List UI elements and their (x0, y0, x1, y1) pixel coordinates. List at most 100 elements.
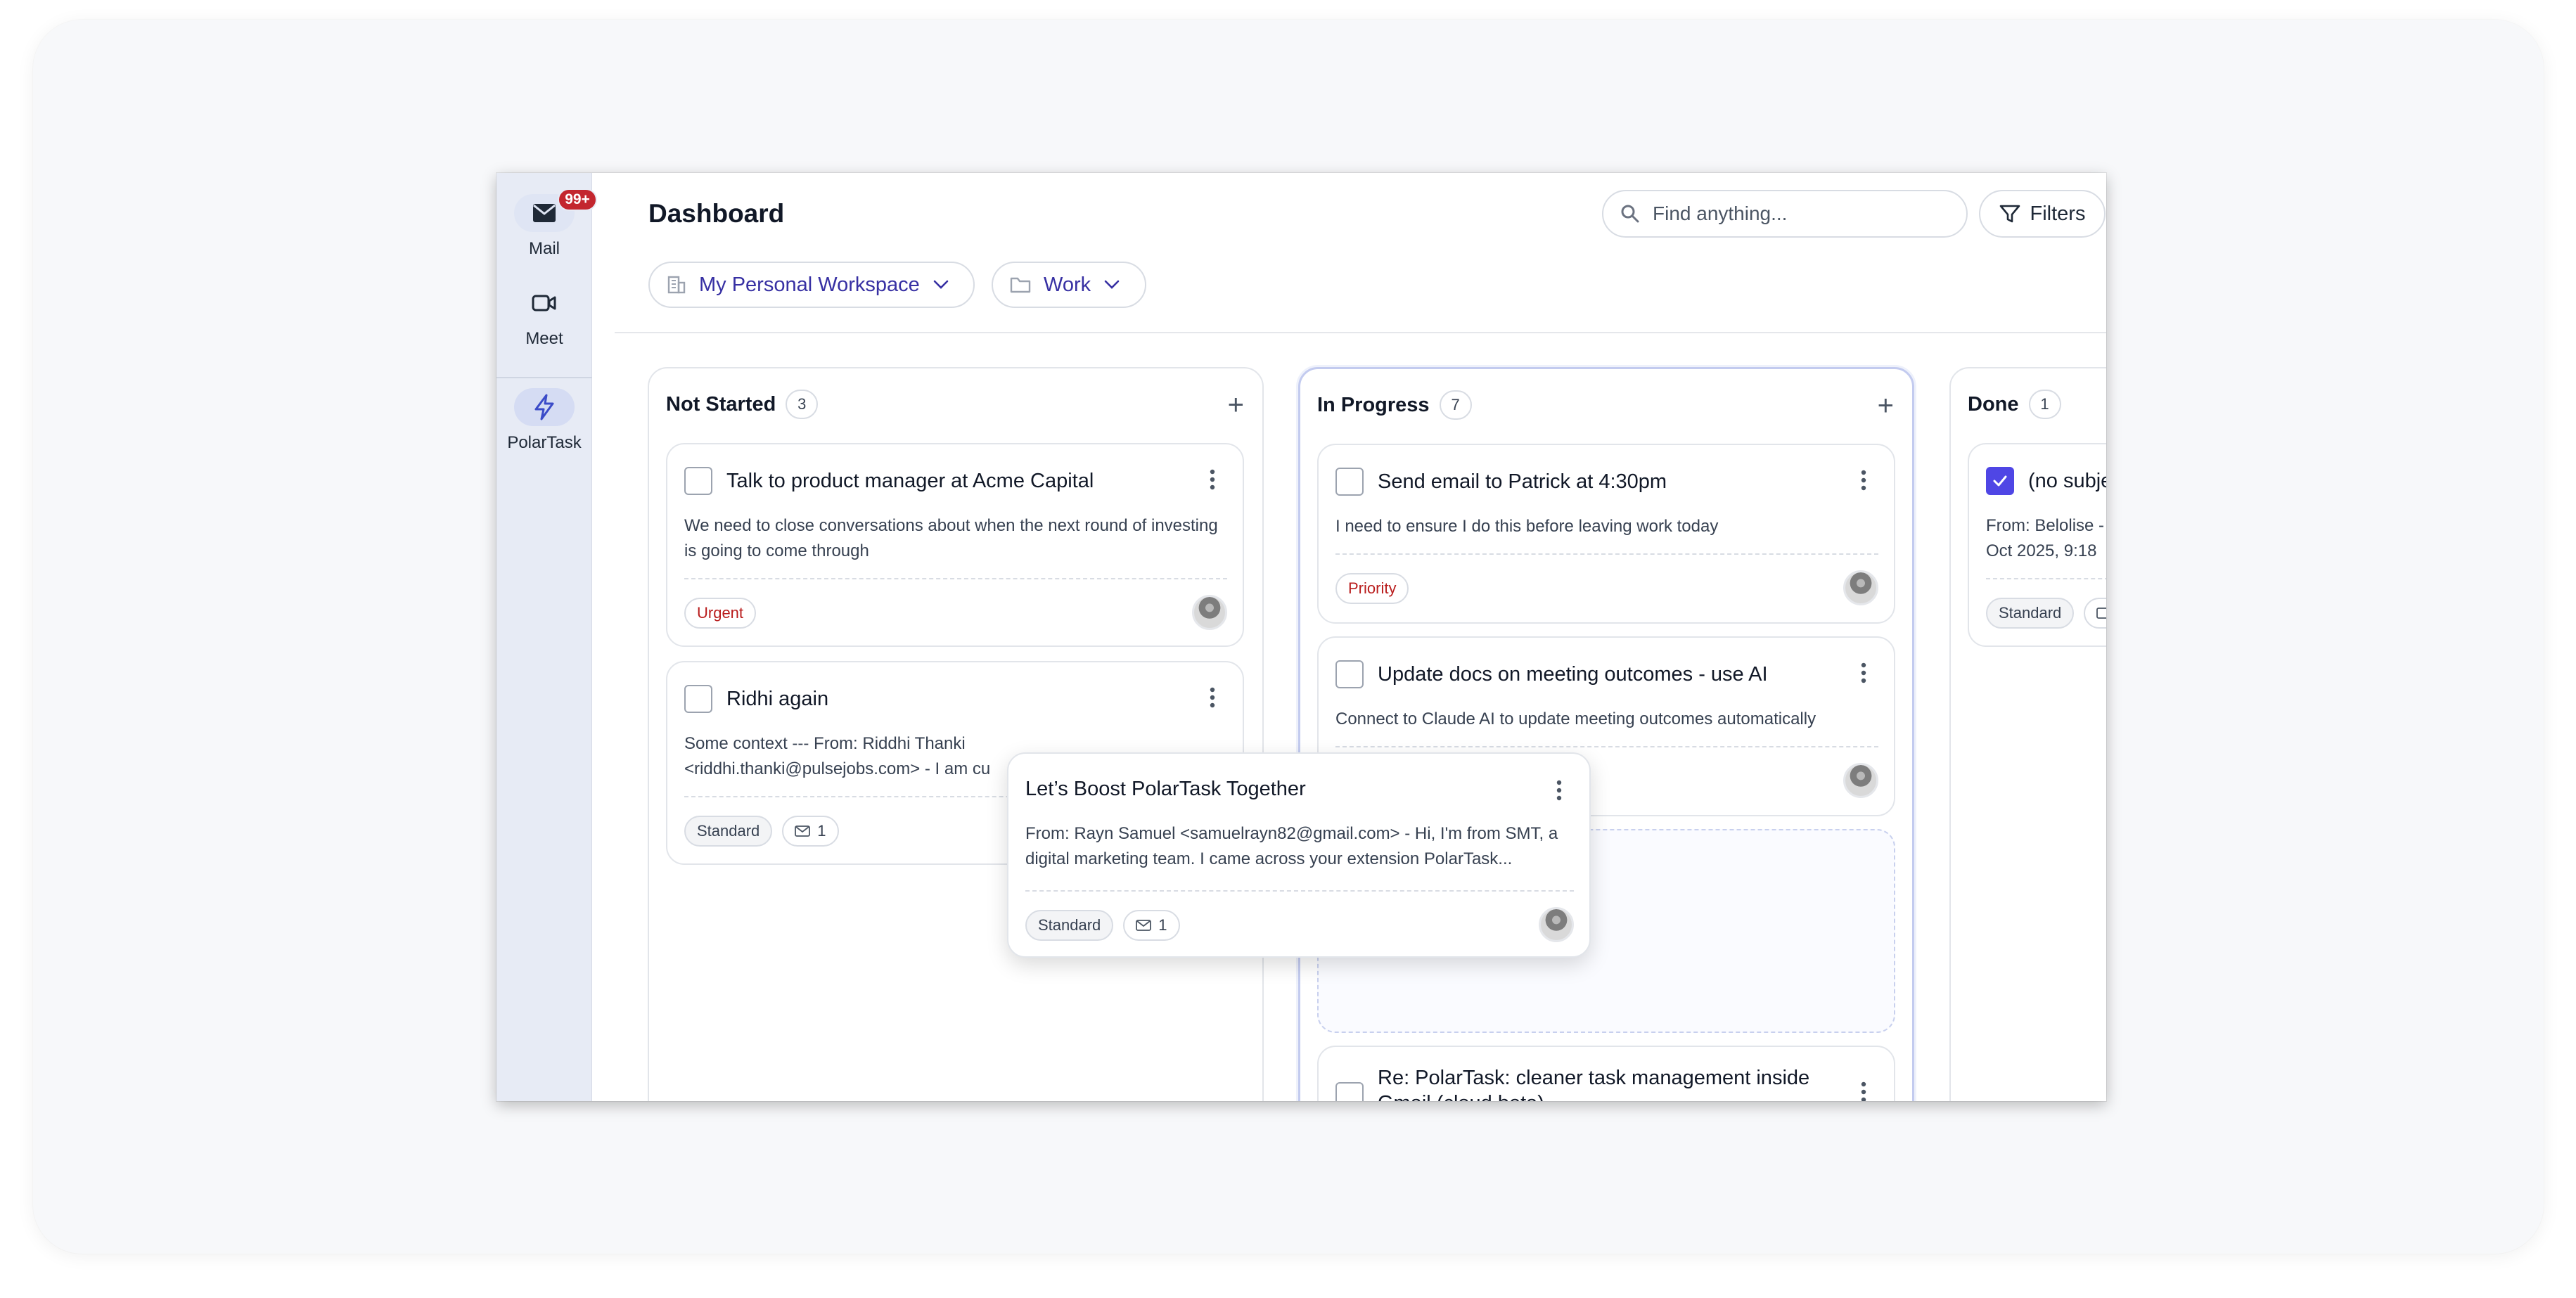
task-title: Ridhi again (726, 687, 829, 710)
video-icon (532, 295, 556, 311)
card-header: Ridhi again (684, 685, 828, 713)
column-count: 3 (786, 390, 819, 419)
card-header: Send email to Patrick at 4:30pm (1335, 468, 1667, 496)
task-title: Update docs on meeting outcomes - use AI (1378, 662, 1768, 686)
task-card[interactable]: Talk to product manager at Acme Capital … (666, 443, 1244, 647)
search-box[interactable] (1602, 190, 1968, 238)
column-title: In Progress (1317, 393, 1430, 416)
task-description: Connect to Claude AI to update meeting o… (1335, 709, 1816, 728)
column-in-progress: In Progress 7 + Send email to Patrick at… (1298, 367, 1914, 1101)
sidebar-item-polartask[interactable]: PolarTask (496, 388, 592, 453)
task-checkbox[interactable] (684, 685, 712, 713)
dragged-task-card[interactable]: Let’s Boost PolarTask Together From: Ray… (1007, 752, 1591, 958)
bolt-icon (534, 394, 554, 420)
avatar[interactable] (1539, 907, 1574, 942)
card-separator (1335, 746, 1878, 747)
card-separator (684, 578, 1227, 579)
avatar[interactable] (1843, 570, 1878, 605)
task-description: From: Rayn Samuel <samuelrayn82@gmail.co… (1025, 824, 1558, 868)
filters-label: Filters (2030, 202, 2086, 225)
card-footer: Urgent (684, 598, 757, 629)
header-divider (615, 332, 2106, 333)
column-header: Not Started 3 (666, 390, 819, 419)
sidebar: 99+ Mail Meet PolarTask (496, 173, 597, 1101)
meet-pill (514, 284, 575, 322)
more-vertical-icon[interactable] (1860, 662, 1867, 684)
card-footer: Standard (1986, 598, 2106, 629)
task-card[interactable]: Send email to Patrick at 4:30pm I need t… (1317, 444, 1895, 624)
card-header: Talk to product manager at Acme Capital (684, 467, 1094, 495)
priority-tag: Standard (1025, 910, 1114, 941)
task-description: From: Belolise - Oct 2025, 9:18 (1986, 513, 2106, 564)
task-description: We need to close conversations about whe… (684, 516, 1218, 560)
sidebar-item-label: Mail (528, 239, 560, 258)
task-title: Re: PolarTask: cleaner task management i… (1378, 1067, 1810, 1101)
column-header: Done 1 (1968, 390, 2061, 419)
card-header: Let’s Boost PolarTask Together (1025, 778, 1306, 801)
more-vertical-icon[interactable] (1556, 779, 1563, 802)
task-description: I need to ensure I do this before leavin… (1335, 517, 1719, 536)
mail-outline-icon (2096, 608, 2106, 619)
task-card[interactable]: Re: PolarTask: cleaner task management i… (1317, 1046, 1895, 1101)
column-done: Done 1 (no subje From: Belolise - Oct 20… (1949, 367, 2106, 1101)
card-separator (1986, 578, 2106, 579)
card-footer: Standard 1 (1025, 910, 1180, 941)
avatar[interactable] (1192, 595, 1227, 630)
card-footer: Priority (1335, 573, 1409, 604)
add-task-button[interactable]: + (1228, 391, 1244, 419)
column-header: In Progress 7 (1317, 390, 1472, 420)
folder-icon (1010, 277, 1031, 293)
mail-count: 1 (1158, 916, 1167, 934)
column-count: 7 (1439, 390, 1472, 420)
avatar[interactable] (1843, 763, 1878, 798)
task-checkbox[interactable] (1335, 660, 1364, 688)
check-icon (1993, 475, 2007, 487)
more-vertical-icon[interactable] (1860, 469, 1867, 491)
workspace-selector[interactable]: My Personal Workspace (648, 262, 975, 308)
task-title: Talk to product manager at Acme Capital (726, 469, 1094, 492)
mail-outline-icon (1136, 920, 1152, 931)
search-icon (1621, 205, 1639, 223)
building-icon (667, 276, 686, 294)
more-vertical-icon[interactable] (1860, 1081, 1867, 1101)
task-card[interactable]: (no subje From: Belolise - Oct 2025, 9:1… (1968, 443, 2106, 647)
mail-unread-badge: 99+ (558, 188, 597, 211)
column-not-started: Not Started 3 + Talk to product manager … (648, 367, 1264, 1101)
more-vertical-icon[interactable] (1209, 686, 1216, 709)
task-checkbox[interactable] (1335, 1082, 1364, 1101)
sidebar-item-meet[interactable]: Meet (496, 284, 592, 349)
workspace-label: My Personal Workspace (699, 273, 920, 296)
task-title: (no subje (2028, 469, 2106, 492)
folder-label: Work (1044, 273, 1091, 296)
sidebar-divider (496, 377, 592, 378)
task-checkbox[interactable] (1335, 468, 1364, 496)
mail-count-tag: 1 (1123, 910, 1180, 941)
folder-selector[interactable]: Work (992, 262, 1146, 308)
app-window: 99+ Mail Meet PolarTask Dashboard Find a… (496, 173, 2106, 1101)
add-task-button[interactable]: + (1878, 392, 1894, 420)
filters-button[interactable]: Filters (1979, 190, 2106, 238)
description-line: Oct 2025, 9:18 (1986, 541, 2097, 560)
card-separator (1025, 890, 1574, 892)
task-checkbox[interactable] (684, 467, 712, 495)
description-line: From: Belolise - (1986, 516, 2105, 535)
task-title: Let’s Boost PolarTask Together (1025, 778, 1306, 800)
priority-tag: Standard (1986, 598, 2075, 629)
chevron-down-icon (933, 280, 949, 289)
filter-icon (1999, 205, 2020, 223)
column-title: Not Started (666, 392, 776, 416)
priority-tag: Standard (684, 816, 773, 847)
sidebar-item-label: Meet (525, 329, 563, 348)
priority-tag: Urgent (684, 598, 757, 629)
card-header: Re: PolarTask: cleaner task management i… (1335, 1065, 1828, 1101)
sidebar-item-mail[interactable]: 99+ Mail (496, 188, 597, 259)
search-input[interactable] (1653, 203, 1934, 225)
card-header: Update docs on meeting outcomes - use AI (1335, 660, 1768, 688)
mail-icon (533, 204, 556, 222)
more-vertical-icon[interactable] (1209, 468, 1216, 491)
card-footer: Standard 1 (684, 816, 839, 847)
priority-tag: Priority (1335, 573, 1409, 604)
chevron-down-icon (1104, 280, 1120, 289)
mail-outline-icon (795, 825, 811, 837)
task-checkbox[interactable] (1986, 467, 2014, 495)
